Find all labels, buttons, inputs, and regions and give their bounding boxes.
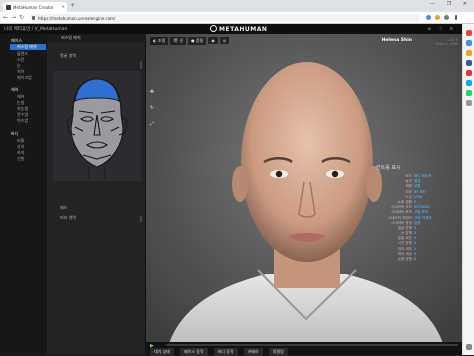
panel-header: 커스텀 메쉬 bbox=[47, 34, 146, 42]
character-viewport[interactable]: ◐ 조명 🎬 씬 ● 품질 ◉ ◎ Helena Shin LOD 0 1920 × 1… bbox=[146, 34, 462, 355]
sidebar-app-icon[interactable] bbox=[466, 80, 472, 86]
overlay-key: 피부 bbox=[405, 189, 412, 194]
sidebar-app-icon[interactable] bbox=[466, 60, 472, 66]
timeline-slider[interactable] bbox=[166, 344, 458, 346]
quality-button[interactable]: ● 품질 bbox=[188, 37, 207, 45]
overlay-key: 시네마틱 카메라 bbox=[387, 215, 412, 220]
panel-row-pad[interactable]: 패드 bbox=[47, 204, 146, 212]
profile-icon[interactable] bbox=[444, 15, 449, 20]
overlay-row: 눈썹 방향 0 bbox=[346, 257, 456, 262]
browser-sidebar bbox=[462, 24, 474, 355]
new-tab-icon[interactable]: + bbox=[70, 2, 75, 9]
panel-row-head-region[interactable]: 머리 영역 bbox=[47, 214, 146, 222]
zoom-icon[interactable]: ⤢ bbox=[149, 121, 155, 127]
window-controls[interactable]: — ❐ ✕ bbox=[430, 1, 472, 7]
viewport-toolbar: ◐ 조명 🎬 씬 ● 품질 ◉ ◎ bbox=[150, 37, 231, 45]
camera-toggle-button[interactable]: ◎ bbox=[219, 37, 230, 44]
sidebar-app-icon[interactable] bbox=[466, 100, 472, 106]
sidebar-settings-icon[interactable] bbox=[466, 344, 472, 350]
menu-icon[interactable] bbox=[455, 15, 457, 20]
address-bar: ← → ↻ https://metahuman.unrealengine.com… bbox=[0, 12, 474, 24]
overlay-key: 눈 방향 bbox=[400, 231, 412, 236]
sidebar-app-icon[interactable] bbox=[466, 30, 472, 36]
sidebar-app-icon[interactable] bbox=[466, 50, 472, 56]
overlay-key: 시네마틱 표정 bbox=[391, 220, 412, 225]
nav-item-custom-mesh[interactable]: 커스텀 메쉬 bbox=[10, 44, 46, 50]
panel-scrollbar[interactable] bbox=[140, 61, 142, 69]
app-header: 나의 메타휴먼 / V_MetaHuman METAHUMAN ⊞ ⓘ ⚙ bbox=[0, 24, 462, 34]
overlay-key: 눈썹 방향 bbox=[397, 257, 412, 261]
view-toggle-button[interactable]: ◉ bbox=[208, 37, 218, 44]
sidebar-app-icon[interactable] bbox=[466, 70, 472, 76]
playback-bar: ▶ 대기 상태 페이스 동작 바디 동작 카메라 정렬됨 bbox=[146, 342, 462, 356]
overlay-rows: 모드 바디 쉐이프 높이 평균 체형 보통 피부 BY 레드 스킨 LOW 노출 결합 0 시네마틱 모… bbox=[346, 174, 456, 262]
overlay-key: 모드 bbox=[405, 174, 412, 178]
overlay-value[interactable]: 0 bbox=[414, 257, 456, 262]
overlay-key: 얼굴 회전 bbox=[397, 236, 412, 241]
metahuman-app: 나의 메타휴먼 / V_MetaHuman METAHUMAN ⊞ ⓘ ⚙ 페이… bbox=[0, 24, 462, 356]
overlay-key: 시선 방향 bbox=[397, 241, 412, 246]
overlay-key: 체형 bbox=[405, 184, 412, 189]
overlay-key: 높이 bbox=[405, 179, 412, 184]
reload-icon[interactable]: ↻ bbox=[19, 14, 24, 21]
header-actions[interactable]: ⊞ ⓘ ⚙ bbox=[428, 26, 456, 32]
character-name: Helena Shin bbox=[381, 38, 412, 43]
nav-section-body[interactable]: 바디 bbox=[11, 131, 18, 137]
url-text: https://metahuman.unrealengine.com/ bbox=[38, 16, 116, 21]
viewport-tools: ✥ ↻ ⤢ bbox=[149, 89, 157, 137]
resolution-label: 1920 × 1080 bbox=[435, 42, 458, 46]
sidebar-app-icon[interactable] bbox=[466, 90, 472, 96]
overlay-key: 머리 색상 bbox=[397, 251, 412, 256]
nav-item-makeup[interactable]: 메이크업 bbox=[17, 75, 32, 81]
extension-icon[interactable] bbox=[426, 15, 431, 20]
overlay-key: 스킨 bbox=[405, 194, 412, 199]
overlay-title: 컨트롤 표시 bbox=[376, 165, 401, 171]
overlay-key: 머리 세부 bbox=[397, 246, 412, 251]
lighting-button[interactable]: ◐ 조명 bbox=[150, 37, 169, 45]
browser-tab[interactable]: MetaHuman Creator ✕ bbox=[3, 2, 67, 12]
edit-panel: 커스텀 메쉬 얼굴 영역 패드 머리 영역 bbox=[47, 34, 146, 355]
scene-button[interactable]: 🎬 씬 bbox=[170, 37, 187, 45]
overlay-key: 시네마틱 모드 bbox=[391, 205, 412, 210]
logo-mark-icon bbox=[210, 25, 217, 32]
browser-window: MetaHuman Creator ✕ + — ❐ ✕ ← → ↻ https:… bbox=[0, 0, 474, 356]
face-wireframe-icon[interactable] bbox=[53, 71, 141, 181]
overlay-key: 노출 결합 bbox=[397, 199, 412, 204]
favicon-icon bbox=[6, 5, 11, 10]
back-icon[interactable]: ← bbox=[3, 14, 8, 21]
move-icon[interactable]: ✥ bbox=[149, 89, 155, 95]
viewport-info: LOD 0 1920 × 1080 bbox=[435, 38, 458, 46]
overlay-key: 시네마틱 포즈 bbox=[391, 210, 412, 215]
face-region-map[interactable] bbox=[53, 71, 141, 181]
logo-text: METAHUMAN bbox=[219, 26, 268, 33]
forward-icon[interactable]: → bbox=[11, 14, 16, 21]
rotate-icon[interactable]: ↻ bbox=[149, 105, 155, 111]
tab-strip: MetaHuman Creator ✕ + — ❐ ✕ bbox=[0, 0, 474, 12]
nav-item-beard[interactable]: 턱수염 bbox=[17, 118, 28, 124]
left-nav: 페이스 커스텀 메쉬 블렌드 스킨 눈 치아 메이크업 헤어 헤어 눈썹 속눈썹… bbox=[0, 34, 47, 355]
app-breadcrumb[interactable]: 나의 메타휴먼 / V_MetaHuman bbox=[4, 26, 67, 32]
sidebar-app-icon[interactable] bbox=[466, 40, 472, 46]
lock-icon bbox=[32, 16, 35, 20]
control-overlay: 컨트롤 표시 모드 바디 쉐이프 높이 평균 체형 보통 피부 BY 레드 스킨 LOW 노출 결합… bbox=[346, 164, 456, 262]
url-field[interactable]: https://metahuman.unrealengine.com/ bbox=[30, 14, 420, 22]
overlay-key: 얼굴 방향 bbox=[397, 225, 412, 230]
nav-item-shoes[interactable]: 신발 bbox=[17, 156, 24, 162]
tab-title: MetaHuman Creator bbox=[13, 5, 54, 10]
close-tab-icon[interactable]: ✕ bbox=[62, 4, 65, 9]
nav-item-label: 커스텀 메쉬 bbox=[17, 44, 37, 49]
panel-scrollbar-2[interactable] bbox=[140, 216, 142, 222]
metahuman-logo: METAHUMAN bbox=[210, 25, 267, 33]
nav-section-hair[interactable]: 헤어 bbox=[11, 87, 18, 93]
extension-icon[interactable] bbox=[435, 15, 440, 20]
panel-section-label[interactable]: 얼굴 영역 bbox=[47, 52, 146, 60]
panel-title: 커스텀 메쉬 bbox=[61, 35, 81, 40]
